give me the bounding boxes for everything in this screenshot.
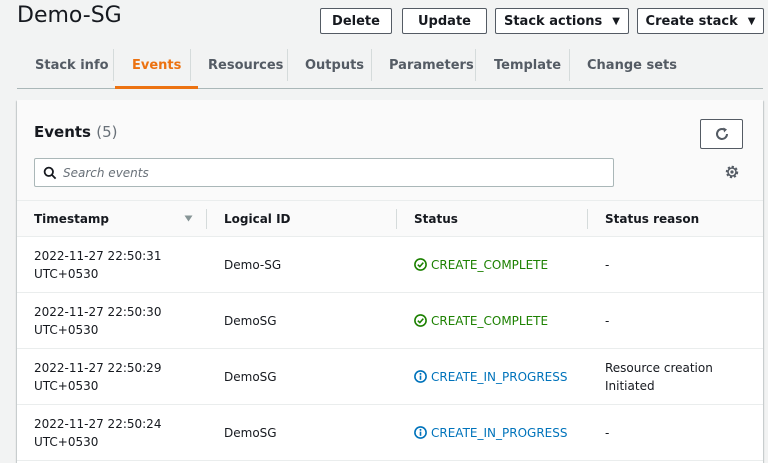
tab-divider: [569, 49, 570, 81]
timestamp-cell: 2022-11-27 22:50:31 UTC+0530: [34, 237, 204, 292]
delete-button-label: Delete: [332, 13, 380, 29]
logical-id-cell: DemoSG: [224, 425, 277, 440]
timestamp-tz: UTC+0530: [34, 322, 99, 337]
timestamp-tz: UTC+0530: [34, 434, 99, 449]
tab-divider: [287, 49, 288, 81]
check-circle-icon: [414, 258, 427, 271]
refresh-button[interactable]: [700, 119, 743, 149]
status-text: CREATE_IN_PROGRESS: [431, 369, 568, 384]
page-header: Demo-SG Delete Update Stack actions ▼ Cre…: [0, 0, 768, 40]
status-reason-text: Resource creation: [605, 360, 713, 375]
tab-events[interactable]: Events: [114, 42, 199, 89]
tab-template[interactable]: Template: [494, 42, 561, 88]
delete-button[interactable]: Delete: [320, 8, 392, 34]
events-panel: Events (5) Tim: [17, 100, 763, 463]
stack-actions-button[interactable]: Stack actions ▼: [495, 8, 629, 34]
table-row: 2022-11-27 22:50:29 UTC+0530 DemoSG CREA…: [17, 349, 763, 405]
status-text: CREATE_IN_PROGRESS: [431, 425, 568, 440]
status-cell: CREATE_COMPLETE: [414, 293, 589, 348]
tab-change-sets[interactable]: Change sets: [587, 42, 677, 88]
create-stack-button[interactable]: Create stack ▼: [637, 8, 764, 34]
events-title-text: Events: [34, 123, 91, 141]
search-field: [34, 158, 614, 187]
check-circle-icon: [414, 314, 427, 327]
status-reason-text: -: [605, 313, 610, 328]
status-text: CREATE_COMPLETE: [431, 257, 549, 272]
update-button-label: Update: [418, 13, 471, 29]
logical-id-cell: DemoSG: [224, 313, 277, 328]
status-reason-cell: -: [605, 237, 755, 292]
events-count: (5): [96, 123, 118, 141]
info-circle-icon: [414, 370, 427, 383]
column-header-logical-id[interactable]: Logical ID: [224, 201, 291, 237]
info-circle-icon: [414, 426, 427, 439]
table-row: 2022-11-27 22:50:31 UTC+0530 Demo-SG CRE…: [17, 237, 763, 293]
column-divider: [206, 209, 207, 229]
gear-icon: [725, 165, 739, 179]
page-title: Demo-SG: [17, 3, 122, 28]
logical-id-cell: Demo-SG: [224, 257, 282, 272]
timestamp-date: 2022-11-27 22:50:29: [34, 360, 162, 375]
refresh-icon: [715, 127, 728, 140]
events-table-header: Timestamp Logical ID Status Status reaso…: [17, 201, 763, 237]
events-panel-header: Events (5): [17, 100, 763, 201]
column-header-timestamp[interactable]: Timestamp: [34, 201, 109, 237]
tab-outputs[interactable]: Outputs: [305, 42, 364, 88]
search-icon: [43, 166, 57, 180]
caret-down-icon: ▼: [747, 15, 756, 27]
create-stack-label: Create stack: [645, 13, 738, 29]
logical-id-cell: DemoSG: [224, 369, 277, 384]
status-reason-cell: -: [605, 293, 755, 348]
status-cell: CREATE_COMPLETE: [414, 237, 589, 292]
tab-divider: [475, 49, 476, 81]
tab-bar: Stack info Events Resources Outputs Para…: [17, 42, 763, 89]
status-reason-text: Initiated: [605, 378, 655, 393]
timestamp-date: 2022-11-27 22:50:24: [34, 416, 162, 431]
timestamp-date: 2022-11-27 22:50:31: [34, 248, 162, 263]
sort-down-icon[interactable]: [184, 214, 193, 223]
status-text: CREATE_COMPLETE: [431, 313, 549, 328]
events-heading: Events (5): [34, 123, 117, 141]
table-row: 2022-11-27 22:50:24 UTC+0530 DemoSG CREA…: [17, 405, 763, 461]
status-cell: CREATE_IN_PROGRESS: [414, 405, 589, 460]
tab-divider: [371, 49, 372, 81]
preferences-button[interactable]: [724, 164, 740, 180]
status-reason-text: -: [605, 257, 610, 272]
status-reason-text: -: [605, 425, 610, 440]
tab-stack-info[interactable]: Stack info: [35, 42, 109, 88]
timestamp-date: 2022-11-27 22:50:30: [34, 304, 162, 319]
tab-parameters[interactable]: Parameters: [389, 42, 474, 88]
timestamp-cell: 2022-11-27 22:50:30 UTC+0530: [34, 293, 204, 348]
search-input[interactable]: [63, 159, 603, 186]
timestamp-cell: 2022-11-27 22:50:24 UTC+0530: [34, 405, 204, 460]
caret-down-icon: ▼: [612, 15, 620, 27]
tab-divider: [190, 49, 191, 81]
status-cell: CREATE_IN_PROGRESS: [414, 349, 589, 404]
column-header-status[interactable]: Status: [414, 201, 458, 237]
tab-resources[interactable]: Resources: [208, 42, 283, 88]
table-row: 2022-11-27 22:50:30 UTC+0530 DemoSG CREA…: [17, 293, 763, 349]
update-button[interactable]: Update: [402, 8, 487, 34]
stack-actions-label: Stack actions: [503, 13, 603, 29]
column-divider: [396, 209, 397, 229]
timestamp-cell: 2022-11-27 22:50:29 UTC+0530: [34, 349, 204, 404]
status-reason-cell: Resource creation Initiated: [605, 349, 755, 404]
column-header-status-reason[interactable]: Status reason: [605, 201, 699, 237]
column-divider: [587, 209, 588, 229]
timestamp-tz: UTC+0530: [34, 266, 99, 281]
tab-divider: [113, 49, 114, 81]
status-reason-cell: -: [605, 405, 755, 460]
timestamp-tz: UTC+0530: [34, 378, 99, 393]
